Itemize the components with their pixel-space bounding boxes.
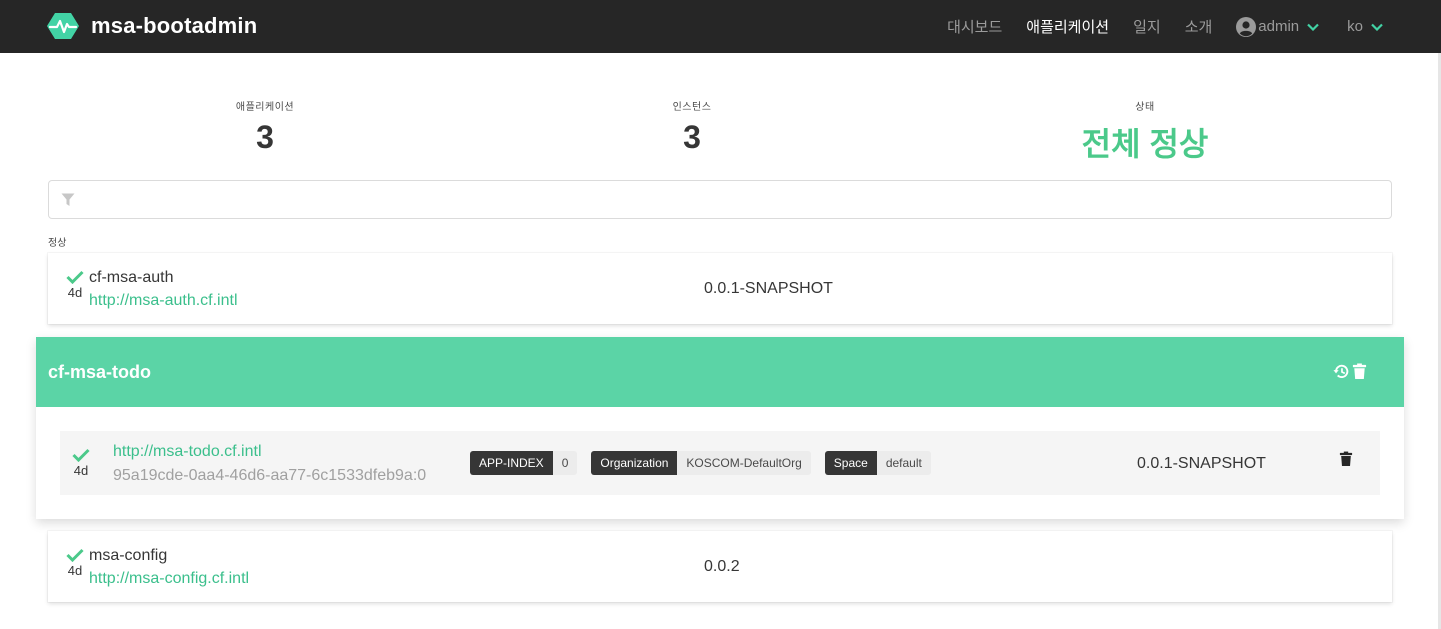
chevron-down-icon (1371, 23, 1383, 31)
tag-app-index: APP-INDEX 0 (470, 451, 578, 475)
application-version: 0.0.2 (704, 558, 740, 575)
uptime: 4d (67, 285, 83, 300)
nav-item-journal[interactable]: 일지 (1133, 16, 1161, 37)
application-header[interactable]: cf-msa-todo (36, 337, 1404, 407)
stat-applications: 애플리케이션 3 (115, 98, 415, 156)
tag-key: Organization (591, 451, 678, 475)
user-menu[interactable]: admin (1236, 16, 1319, 37)
check-icon (72, 448, 90, 462)
user-circle-icon (1236, 16, 1257, 37)
chevron-down-icon (1307, 23, 1319, 31)
user-name: admin (1258, 18, 1300, 35)
heartbeat-logo-icon (47, 13, 79, 39)
stats-summary: 애플리케이션 3 인스턴스 3 상태 전체 정상 (48, 98, 1391, 168)
instance-url[interactable]: http://msa-todo.cf.intl (113, 443, 262, 461)
nav-items: 대시보드 애플리케이션 일지 소개 admin ko (923, 0, 1383, 53)
application-card[interactable]: 4d cf-msa-auth http://msa-auth.cf.intl 0… (48, 253, 1392, 324)
instance-version: 0.0.1-SNAPSHOT (1137, 455, 1266, 472)
navbar: msa-bootadmin 대시보드 애플리케이션 일지 소개 admin ko (0, 0, 1441, 53)
tag-organization: Organization KOSCOM-DefaultOrg (591, 451, 811, 475)
application-version: 0.0.1-SNAPSHOT (704, 280, 833, 297)
stat-value: 3 (256, 119, 274, 155)
status-indicator: 4d (64, 270, 86, 300)
brand[interactable]: msa-bootadmin (47, 11, 257, 41)
instance-row[interactable]: 4d http://msa-todo.cf.intl 95a19cde-0aa4… (60, 431, 1380, 495)
trash-icon[interactable] (1351, 363, 1368, 380)
check-icon (66, 270, 84, 284)
instance-id: 95a19cde-0aa4-46d6-aa77-6c1533dfeb9a:0 (113, 467, 427, 484)
nav-item-dashboard[interactable]: 대시보드 (947, 16, 1002, 37)
nav-item-applications[interactable]: 애플리케이션 (1026, 16, 1109, 37)
stat-value: 전체 정상 (1081, 126, 1209, 162)
stat-heading: 인스턴스 (672, 102, 712, 113)
stat-heading: 애플리케이션 (235, 102, 295, 113)
uptime: 4d (67, 563, 83, 578)
tag-value: KOSCOM-DefaultOrg (677, 451, 811, 475)
application-name: msa-config (89, 547, 168, 564)
stat-status: 상태 전체 정상 (995, 98, 1295, 165)
status-indicator: 4d (70, 448, 92, 478)
check-icon (66, 548, 84, 562)
language-label: ko (1347, 18, 1363, 35)
stat-value: 3 (683, 119, 701, 155)
tag-value: default (876, 451, 931, 475)
history-icon[interactable] (1333, 363, 1350, 380)
tag-space: Space default (824, 451, 931, 475)
uptime: 4d (73, 463, 89, 478)
application-name: cf-msa-auth (89, 269, 174, 286)
group-label: 정상 (48, 238, 67, 249)
tag-value: 0 (552, 451, 578, 475)
trash-icon[interactable] (1339, 451, 1353, 467)
filter-box (48, 180, 1392, 219)
stat-heading: 상태 (1135, 102, 1155, 113)
filter-icon (61, 193, 75, 206)
application-name: cf-msa-todo (48, 362, 151, 382)
application-card[interactable]: 4d msa-config http://msa-config.cf.intl … (48, 531, 1392, 602)
nav-item-about[interactable]: 소개 (1185, 16, 1213, 37)
status-indicator: 4d (64, 548, 86, 578)
language-menu[interactable]: ko (1347, 18, 1383, 35)
metadata-tags: APP-INDEX 0 Organization KOSCOM-DefaultO… (470, 451, 945, 475)
filter-input[interactable] (85, 187, 1375, 213)
brand-name: msa-bootadmin (91, 13, 258, 38)
application-url[interactable]: http://msa-auth.cf.intl (89, 292, 238, 310)
tag-key: APP-INDEX (470, 451, 553, 475)
header-actions (1332, 363, 1368, 380)
tag-key: Space (824, 451, 877, 475)
stat-instances: 인스턴스 3 (542, 98, 842, 156)
expanded-application: cf-msa-todo 4d http://msa-todo.cf.intl 9… (36, 337, 1404, 519)
application-url[interactable]: http://msa-config.cf.intl (89, 570, 249, 588)
